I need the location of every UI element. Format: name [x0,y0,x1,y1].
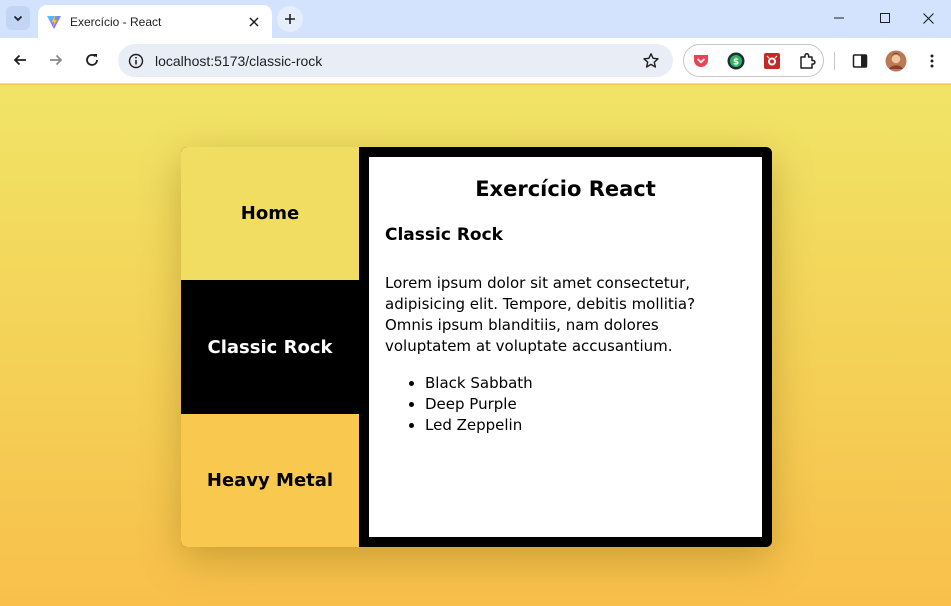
vite-icon [46,14,62,30]
minimize-icon [834,17,844,19]
close-tab-icon[interactable] [244,12,264,32]
more-menu-icon[interactable] [920,49,944,73]
svg-text:$: $ [733,58,739,68]
page-title: Exercício React [475,177,656,201]
back-arrow-icon [13,54,26,66]
side-panel-icon[interactable] [848,49,872,73]
tab-strip: Exercício - React [0,0,951,38]
nav-link-heavy-metal[interactable]: Heavy Metal [181,414,359,547]
address-bar[interactable]: localhost:5173/classic-rock [118,44,673,77]
close-window-button[interactable] [905,0,951,36]
extensions-group: $ [683,44,824,77]
reload-icon [86,54,98,66]
section-description: Lorem ipsum dolor sit amet consectetur, … [385,274,696,355]
page-viewport: Home Classic Rock Heavy Metal Exercício … [0,85,951,606]
nav-link-home[interactable]: Home [181,147,359,280]
pocket-icon[interactable] [692,52,710,70]
new-tab-button[interactable] [277,6,303,32]
puzzle-extensions-icon[interactable] [798,52,816,70]
browser-toolbar: localhost:5173/classic-rock $ [0,38,951,84]
forward-arrow-icon [50,54,63,66]
app-card: Home Classic Rock Heavy Metal Exercício … [181,147,772,547]
section-title: Classic Rock [385,225,503,245]
back-button[interactable] [6,46,34,74]
browser-tab[interactable]: Exercício - React [38,5,272,38]
minimize-button[interactable] [816,0,862,36]
band-list: Black Sabbath Deep Purple Led Zeppelin [385,373,746,436]
site-info-icon[interactable] [126,51,146,71]
content-panel: Exercício React Classic Rock Lorem ipsum… [369,157,762,537]
url-text[interactable]: localhost:5173/classic-rock [155,53,322,69]
close-icon [922,12,934,24]
tab-title: Exercício - React [70,14,162,29]
chevron-down-icon [13,15,23,22]
reload-button[interactable] [78,46,106,74]
list-item: Deep Purple [425,394,746,415]
tab-search-button[interactable] [6,6,30,30]
bookmark-star-icon[interactable] [641,51,661,71]
dollar-extension-icon[interactable]: $ [727,52,745,70]
avatar[interactable] [884,49,908,73]
plus-icon [285,14,295,24]
maximize-button[interactable] [862,0,908,36]
maximize-icon [880,13,890,23]
forward-button[interactable] [42,46,70,74]
list-item: Led Zeppelin [425,415,746,436]
bug-extension-icon[interactable] [763,52,781,70]
list-item: Black Sabbath [425,373,746,394]
nav-link-classic-rock[interactable]: Classic Rock [181,280,359,414]
toolbar-divider [834,52,835,70]
